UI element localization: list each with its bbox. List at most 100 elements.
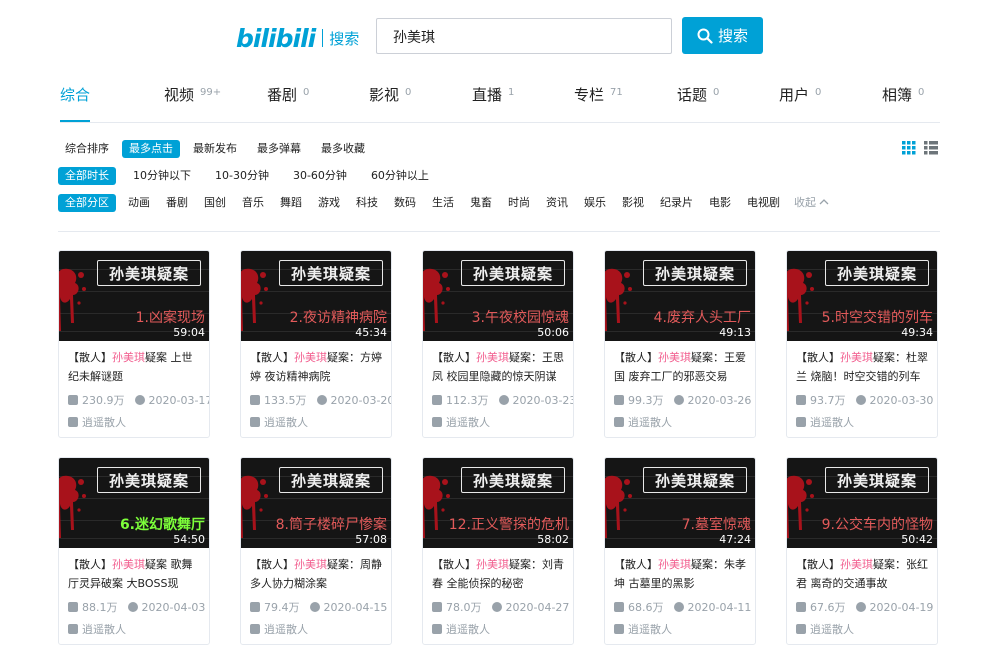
video-title[interactable]: 【散人】孙美琪疑案：方婷婷 夜访精神病院 bbox=[250, 348, 384, 386]
play-count: 112.3万 bbox=[446, 394, 489, 407]
tab-topic[interactable]: 话题 0 bbox=[677, 84, 719, 121]
video-thumbnail[interactable]: 孙美琪疑案 6.迷幻歌舞厅 54:50 bbox=[59, 458, 209, 548]
video-thumbnail[interactable]: 孙美琪疑案 8.筒子楼碎尸惨案 57:08 bbox=[241, 458, 391, 548]
video-duration: 59:04 bbox=[173, 326, 205, 339]
tab-all[interactable]: 综合 bbox=[60, 84, 91, 122]
uploader[interactable]: 逍遥散人 bbox=[432, 621, 490, 637]
tab-count: 71 bbox=[610, 87, 623, 98]
grid-view-icon[interactable] bbox=[902, 141, 916, 155]
zone-item[interactable]: 游戏 bbox=[310, 194, 348, 212]
tab-label: 话题 bbox=[677, 86, 708, 104]
video-card[interactable]: 孙美琪疑案 6.迷幻歌舞厅 54:50 【散人】孙美琪疑案 歌舞厅灵异破案 大B… bbox=[58, 457, 210, 645]
video-title[interactable]: 【散人】孙美琪疑案：周静 多人协力糊涂案 bbox=[250, 555, 384, 593]
video-thumbnail[interactable]: 孙美琪疑案 4.废弃人头工厂 49:13 bbox=[605, 251, 755, 341]
zone-item[interactable]: 鬼畜 bbox=[462, 194, 500, 212]
video-title[interactable]: 【散人】孙美琪疑案 上世纪未解谜题 bbox=[68, 348, 202, 386]
video-card[interactable]: 孙美琪疑案 2.夜访精神病院 45:34 【散人】孙美琪疑案：方婷婷 夜访精神病… bbox=[240, 250, 392, 438]
uploader[interactable]: 逍遥散人 bbox=[250, 621, 308, 637]
zone-item[interactable]: 娱乐 bbox=[576, 194, 614, 212]
zone-item[interactable]: 动画 bbox=[120, 194, 158, 212]
tab-article[interactable]: 专栏 71 bbox=[574, 84, 623, 121]
uploader-icon bbox=[796, 624, 806, 634]
duration-10-30[interactable]: 10-30分钟 bbox=[208, 167, 276, 185]
sort-most-danmaku[interactable]: 最多弹幕 bbox=[250, 140, 308, 158]
uploader[interactable]: 逍遥散人 bbox=[250, 414, 308, 430]
sort-default[interactable]: 综合排序 bbox=[58, 140, 116, 158]
video-title[interactable]: 【散人】孙美琪疑案：朱孝坤 古墓里的黑影 bbox=[614, 555, 748, 593]
tab-count: 0 bbox=[405, 87, 412, 98]
zone-item[interactable]: 音乐 bbox=[234, 194, 272, 212]
uploader[interactable]: 逍遥散人 bbox=[796, 621, 854, 637]
zone-item[interactable]: 影视 bbox=[614, 194, 652, 212]
sort-newest[interactable]: 最新发布 bbox=[186, 140, 244, 158]
zone-item[interactable]: 时尚 bbox=[500, 194, 538, 212]
zone-item[interactable]: 资讯 bbox=[538, 194, 576, 212]
uploader-name: 逍遥散人 bbox=[628, 416, 672, 429]
tab-live[interactable]: 直播 1 bbox=[472, 84, 514, 121]
search-button[interactable]: 搜索 bbox=[682, 17, 763, 54]
zone-item[interactable]: 番剧 bbox=[158, 194, 196, 212]
video-title[interactable]: 【散人】孙美琪疑案：张红君 离奇的交通事故 bbox=[796, 555, 930, 593]
play-count-icon bbox=[250, 395, 260, 405]
zone-item[interactable]: 纪录片 bbox=[652, 194, 701, 212]
uploader[interactable]: 逍遥散人 bbox=[68, 621, 126, 637]
tab-label: 综合 bbox=[60, 86, 91, 104]
tab-album[interactable]: 相簿 0 bbox=[882, 84, 924, 121]
video-card[interactable]: 孙美琪疑案 7.墓室惊魂 47:24 【散人】孙美琪疑案：朱孝坤 古墓里的黑影 … bbox=[604, 457, 756, 645]
search-icon bbox=[697, 28, 713, 44]
tab-label: 相簿 bbox=[882, 86, 913, 104]
zone-item[interactable]: 电影 bbox=[701, 194, 739, 212]
uploader[interactable]: 逍遥散人 bbox=[432, 414, 490, 430]
video-card[interactable]: 孙美琪疑案 4.废弃人头工厂 49:13 【散人】孙美琪疑案：王爱国 废弃工厂的… bbox=[604, 250, 756, 438]
video-thumbnail[interactable]: 孙美琪疑案 7.墓室惊魂 47:24 bbox=[605, 458, 755, 548]
zone-item[interactable]: 科技 bbox=[348, 194, 386, 212]
zone-item[interactable]: 电视剧 bbox=[739, 194, 788, 212]
video-thumbnail[interactable]: 孙美琪疑案 9.公交车内的怪物 50:42 bbox=[787, 458, 937, 548]
sort-most-favorites[interactable]: 最多收藏 bbox=[314, 140, 372, 158]
video-card[interactable]: 孙美琪疑案 3.午夜校园惊魂 50:06 【散人】孙美琪疑案：王思凤 校园里隐藏… bbox=[422, 250, 574, 438]
view-toggle bbox=[902, 141, 938, 155]
uploader[interactable]: 逍遥散人 bbox=[614, 621, 672, 637]
duration-30-60[interactable]: 30-60分钟 bbox=[286, 167, 354, 185]
list-view-icon[interactable] bbox=[924, 141, 938, 155]
zone-item[interactable]: 生活 bbox=[424, 194, 462, 212]
zone-all[interactable]: 全部分区 bbox=[58, 194, 116, 212]
duration-under-10[interactable]: 10分钟以下 bbox=[126, 167, 198, 185]
uploader[interactable]: 逍遥散人 bbox=[614, 414, 672, 430]
collapse-button[interactable]: 收起 bbox=[788, 194, 829, 212]
tab-user[interactable]: 用户 0 bbox=[779, 84, 821, 121]
video-card[interactable]: 孙美琪疑案 8.筒子楼碎尸惨案 57:08 【散人】孙美琪疑案：周静 多人协力糊… bbox=[240, 457, 392, 645]
video-duration: 49:34 bbox=[901, 326, 933, 339]
duration-all[interactable]: 全部时长 bbox=[58, 167, 116, 185]
bilibili-logo[interactable]: bilibili 搜索 bbox=[236, 22, 359, 54]
video-title[interactable]: 【散人】孙美琪疑案：王思凤 校园里隐藏的惊天阴谋 bbox=[432, 348, 566, 386]
chevron-up-icon bbox=[819, 199, 829, 205]
video-thumbnail[interactable]: 孙美琪疑案 12.正义警探的危机 58:02 bbox=[423, 458, 573, 548]
sort-most-clicks[interactable]: 最多点击 bbox=[122, 140, 180, 158]
video-card[interactable]: 孙美琪疑案 9.公交车内的怪物 50:42 【散人】孙美琪疑案：张红君 离奇的交… bbox=[786, 457, 938, 645]
zone-item[interactable]: 国创 bbox=[196, 194, 234, 212]
video-card[interactable]: 孙美琪疑案 5.时空交错的列车 49:34 【散人】孙美琪疑案：杜翠兰 烧脑！时… bbox=[786, 250, 938, 438]
uploader[interactable]: 逍遥散人 bbox=[796, 414, 854, 430]
tab-film[interactable]: 影视 0 bbox=[369, 84, 411, 121]
video-title[interactable]: 【散人】孙美琪疑案 歌舞厅灵异破案 大BOSS现身？？ bbox=[68, 555, 202, 593]
video-thumbnail[interactable]: 孙美琪疑案 2.夜访精神病院 45:34 bbox=[241, 251, 391, 341]
video-thumbnail[interactable]: 孙美琪疑案 1.凶案现场 59:04 bbox=[59, 251, 209, 341]
video-title[interactable]: 【散人】孙美琪疑案：杜翠兰 烧脑！时空交错的列车 bbox=[796, 348, 930, 386]
zone-item[interactable]: 舞蹈 bbox=[272, 194, 310, 212]
video-title[interactable]: 【散人】孙美琪疑案：刘青春 全能侦探的秘密 bbox=[432, 555, 566, 593]
thumbnail-title: 孙美琪疑案 bbox=[97, 260, 201, 286]
video-thumbnail[interactable]: 孙美琪疑案 5.时空交错的列车 49:34 bbox=[787, 251, 937, 341]
video-thumbnail[interactable]: 孙美琪疑案 3.午夜校园惊魂 50:06 bbox=[423, 251, 573, 341]
video-card[interactable]: 孙美琪疑案 1.凶案现场 59:04 【散人】孙美琪疑案 上世纪未解谜题 230… bbox=[58, 250, 210, 438]
tab-video[interactable]: 视频 99+ bbox=[164, 84, 221, 121]
video-duration: 49:13 bbox=[719, 326, 751, 339]
video-title[interactable]: 【散人】孙美琪疑案：王爱国 废弃工厂的邪恶交易 bbox=[614, 348, 748, 386]
video-card[interactable]: 孙美琪疑案 12.正义警探的危机 58:02 【散人】孙美琪疑案：刘青春 全能侦… bbox=[422, 457, 574, 645]
duration-over-60[interactable]: 60分钟以上 bbox=[364, 167, 436, 185]
tab-bangumi[interactable]: 番剧 0 bbox=[267, 84, 309, 121]
zone-item[interactable]: 数码 bbox=[386, 194, 424, 212]
search-input[interactable] bbox=[391, 19, 655, 55]
episode-title: 1.凶案现场 bbox=[135, 310, 205, 326]
uploader[interactable]: 逍遥散人 bbox=[68, 414, 126, 430]
